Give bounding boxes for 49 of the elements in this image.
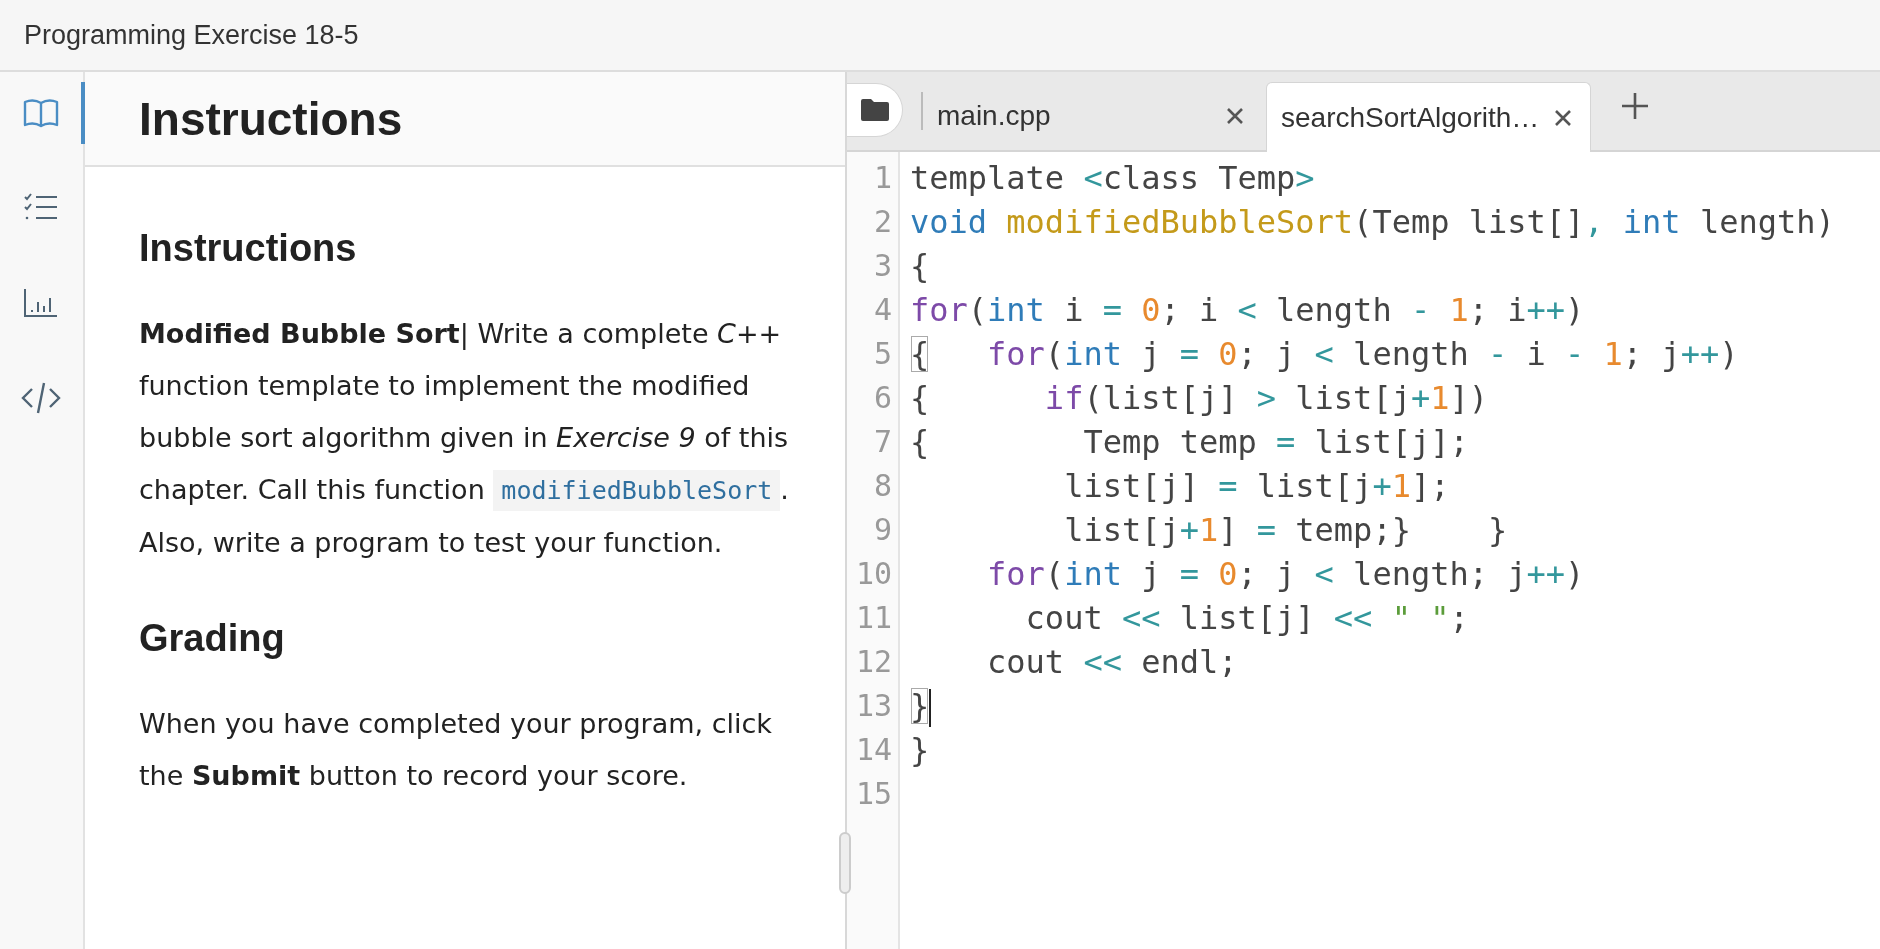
code-line: cout << list[j] << " ";	[1024, 598, 1469, 639]
code-line: { if(list[j] > list[j+1])	[910, 378, 1488, 419]
window-title: Programming Exercise 18-5	[24, 19, 359, 51]
code-line: list[j+1] = temp;} }	[1063, 510, 1508, 551]
code-line: void modifiedBubbleSort(Temp list[], int length)	[910, 202, 1835, 243]
line-number: 6	[872, 379, 893, 417]
folder-button[interactable]	[847, 83, 903, 137]
code-line: }	[910, 730, 930, 771]
line-number: 12	[854, 643, 893, 681]
code-line: { Temp temp = list[j];	[910, 422, 1469, 463]
code-line: template <class Temp>	[910, 158, 1315, 199]
section-heading: Instructions	[139, 227, 358, 270]
code-line: cout << endl;	[986, 642, 1238, 683]
folder-icon	[858, 97, 891, 123]
line-number: 11	[854, 599, 893, 637]
text-cursor	[929, 689, 932, 727]
line-number: 9	[872, 511, 893, 549]
line-number: 13	[854, 687, 893, 725]
book-icon	[22, 98, 59, 128]
line-number: 5	[872, 335, 893, 373]
line-number: 2	[872, 203, 893, 241]
close-icon	[1554, 108, 1572, 127]
add-tab-button[interactable]	[1621, 92, 1649, 120]
line-number: 10	[854, 555, 893, 593]
file-tab[interactable]: main.cpp	[937, 82, 1262, 150]
close-icon	[1226, 107, 1244, 125]
inline-code: modifiedBubbleSort	[493, 470, 781, 511]
splitter-handle[interactable]	[839, 832, 851, 894]
line-number: 15	[854, 775, 893, 813]
line-number: 8	[872, 467, 893, 505]
plus-icon	[1621, 92, 1649, 120]
code-line: {	[910, 246, 930, 287]
code-line: for(int i = 0; i < length - 1; i++)	[910, 290, 1585, 331]
line-number: 7	[872, 423, 893, 461]
bar-chart-icon	[22, 288, 59, 318]
instruction-paragraph: Modified Bubble Sort| Write a complete C++ function template to implement the modified bubble sort algorithm given in Exercise 9 of this chapter. Call this function modifiedBubbleSort . Also, write a program to test your function.	[139, 317, 790, 560]
code-icon	[20, 381, 61, 415]
line-number: 14	[854, 731, 893, 769]
line-number: 4	[872, 291, 893, 329]
line-number: 1	[872, 159, 893, 197]
grading-paragraph: When you have completed your program, click the Submit button to record your score.	[139, 707, 773, 793]
code-line: list[j] = list[j+1];	[1063, 466, 1450, 507]
file-tab[interactable]: searchSortAlgorith…	[1266, 82, 1591, 152]
section-heading: Grading	[139, 617, 286, 660]
panel-title: Instructions	[139, 91, 403, 146]
code-line: { for(int j = 0; j < length - i - 1; j++)	[910, 334, 1739, 375]
code-line: }	[910, 686, 932, 728]
line-number: 3	[872, 247, 893, 285]
code-line: for(int j = 0; j < length; j++)	[986, 554, 1585, 595]
